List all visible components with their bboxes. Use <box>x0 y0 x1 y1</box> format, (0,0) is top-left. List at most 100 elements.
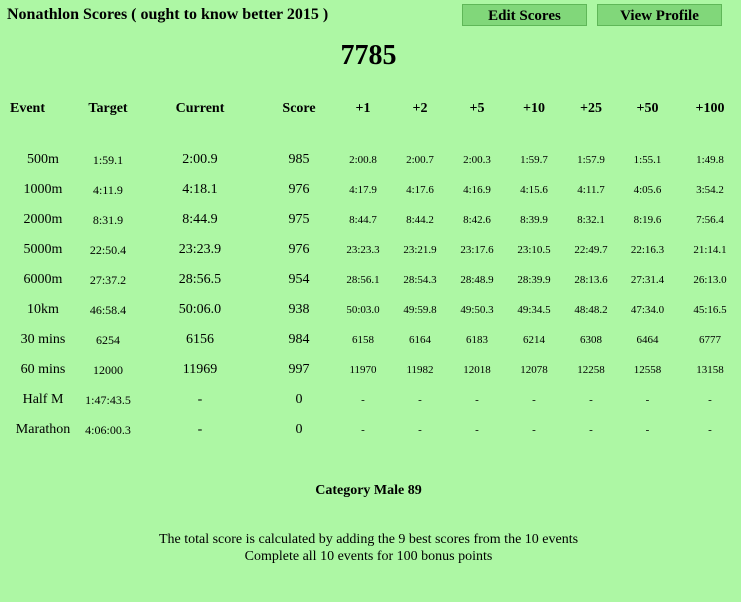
increment-cell: - <box>589 424 593 436</box>
table-row: 30 mins 6254 6156 984 6158 6164 6183 6214 6308 64… <box>0 325 741 355</box>
increment-cell: 8:39.9 <box>520 214 548 226</box>
total-score: 7785 <box>340 40 397 71</box>
increment-cell: 28:48.9 <box>460 274 494 286</box>
increment-cell: 23:10.5 <box>517 244 551 256</box>
edit-scores-button[interactable]: Edit Scores <box>462 4 587 26</box>
page-title: Nonathlon Scores ( ought to know better … <box>7 6 329 23</box>
increment-cell: 23:17.6 <box>460 244 494 256</box>
increment-cell: - <box>361 424 365 436</box>
score-cell: 954 <box>288 272 310 287</box>
current-cell: 4:18.1 <box>182 182 218 197</box>
event-cell: Marathon <box>15 422 71 437</box>
increment-cell: 49:59.8 <box>403 304 437 316</box>
target-cell: 22:50.4 <box>89 242 127 257</box>
current-cell: 6156 <box>186 332 214 347</box>
column-header-score: Score <box>282 101 316 116</box>
increment-cell: 47:34.0 <box>630 304 665 316</box>
current-cell: 11969 <box>182 362 218 377</box>
increment-cell: 26:13.0 <box>693 274 727 286</box>
current-cell: 23:23.9 <box>178 242 222 257</box>
increment-cell: 4:17.6 <box>406 184 434 196</box>
increment-cell: 13158 <box>696 364 724 376</box>
increment-cell: - <box>645 424 650 436</box>
spacer-cell <box>0 124 741 145</box>
event-cell: 6000m <box>23 272 63 287</box>
target-cell: 46:58.4 <box>89 302 127 317</box>
table-row: Marathon 4:06:00.3 - 0 - - - - - - - <box>0 415 741 445</box>
column-header-plus-100: +100 <box>695 101 725 116</box>
scores-table: Event Target Current Score +1 +2 +5 +10 … <box>0 94 741 445</box>
increment-cell: 6158 <box>352 334 374 346</box>
increment-cell: - <box>418 424 422 436</box>
score-cell: 976 <box>288 182 310 197</box>
column-header-plus-5: +5 <box>469 101 485 116</box>
increment-cell: 28:54.3 <box>403 274 437 286</box>
event-cell: 30 mins <box>20 332 66 347</box>
table-row: 1000m 4:11.9 4:18.1 976 4:17.9 4:17.6 4:16.9 4:… <box>0 175 741 205</box>
increment-cell: 6214 <box>523 334 545 346</box>
view-profile-button[interactable]: View Profile <box>597 4 722 26</box>
increment-cell: 48:48.2 <box>574 304 608 316</box>
increment-cell: 1:59.7 <box>520 154 548 166</box>
increment-cell: 28:56.1 <box>346 274 380 286</box>
score-cell: 975 <box>288 212 310 227</box>
score-cell: 997 <box>288 362 310 377</box>
event-cell: 1000m <box>23 182 63 197</box>
score-cell: 985 <box>288 152 310 167</box>
current-cell: 50:06.0 <box>178 302 222 317</box>
target-cell: 1:59.1 <box>92 152 124 167</box>
increment-cell: 2:00.8 <box>349 154 377 166</box>
column-header-current: Current <box>175 101 225 116</box>
increment-cell: 12018 <box>463 364 491 376</box>
increment-cell: - <box>475 424 479 436</box>
increment-cell: - <box>708 424 712 436</box>
increment-cell: 7:56.4 <box>696 214 724 226</box>
bonus-note: Complete all 10 events for 100 bonus poi… <box>244 549 493 564</box>
target-cell: 4:06:00.3 <box>85 422 131 437</box>
increment-cell: 12078 <box>520 364 548 376</box>
increment-cell: 6164 <box>409 334 431 346</box>
target-cell: 1:47:43.5 <box>85 392 131 407</box>
table-row: 10km 46:58.4 50:06.0 938 50:03.0 49:59.8 49:50… <box>0 295 741 325</box>
current-cell: - <box>197 422 203 437</box>
score-note: The total score is calculated by adding … <box>158 532 579 547</box>
increment-cell: 8:42.6 <box>463 214 491 226</box>
increment-cell: 49:50.3 <box>460 304 494 316</box>
increment-cell: 28:13.6 <box>574 274 608 286</box>
increment-cell: 12258 <box>577 364 605 376</box>
increment-cell: 1:55.1 <box>633 154 662 166</box>
increment-cell: 22:16.3 <box>630 244 665 256</box>
column-header-event: Event <box>10 101 45 116</box>
table-row: 500m 1:59.1 2:00.9 985 2:00.8 2:00.7 2:00.3 1:5… <box>0 145 741 175</box>
increment-cell: - <box>361 394 365 406</box>
increment-cell: 49:34.5 <box>517 304 551 316</box>
increment-cell: 6183 <box>466 334 488 346</box>
score-cell: 0 <box>295 422 303 437</box>
score-cell: 938 <box>288 302 310 317</box>
category-label: Category Male 89 <box>315 483 422 498</box>
event-cell: 10km <box>27 302 59 317</box>
increment-cell: - <box>475 394 479 406</box>
increment-cell: 2:00.7 <box>406 154 434 166</box>
increment-cell: - <box>418 394 422 406</box>
increment-cell: 23:23.3 <box>346 244 380 256</box>
increment-cell: 4:05.6 <box>633 184 662 196</box>
increment-cell: 28:39.9 <box>517 274 551 286</box>
increment-cell: - <box>532 394 536 406</box>
target-cell: 4:11.9 <box>93 182 123 197</box>
increment-cell: 8:32.1 <box>577 214 605 226</box>
increment-cell: 22:49.7 <box>574 244 608 256</box>
increment-cell: - <box>532 424 536 436</box>
increment-cell: 12558 <box>633 364 662 376</box>
score-cell: 976 <box>288 242 310 257</box>
column-header-plus-50: +50 <box>636 101 659 116</box>
header-spacer <box>0 124 741 145</box>
increment-cell: 3:54.2 <box>696 184 724 196</box>
event-cell: 500m <box>27 152 59 167</box>
increment-cell: 21:14.1 <box>693 244 727 256</box>
score-cell: 0 <box>295 392 303 407</box>
event-cell: 5000m <box>23 242 63 257</box>
increment-cell: 4:16.9 <box>463 184 491 196</box>
increment-cell: 23:21.9 <box>403 244 437 256</box>
increment-cell: 45:16.5 <box>693 304 727 316</box>
